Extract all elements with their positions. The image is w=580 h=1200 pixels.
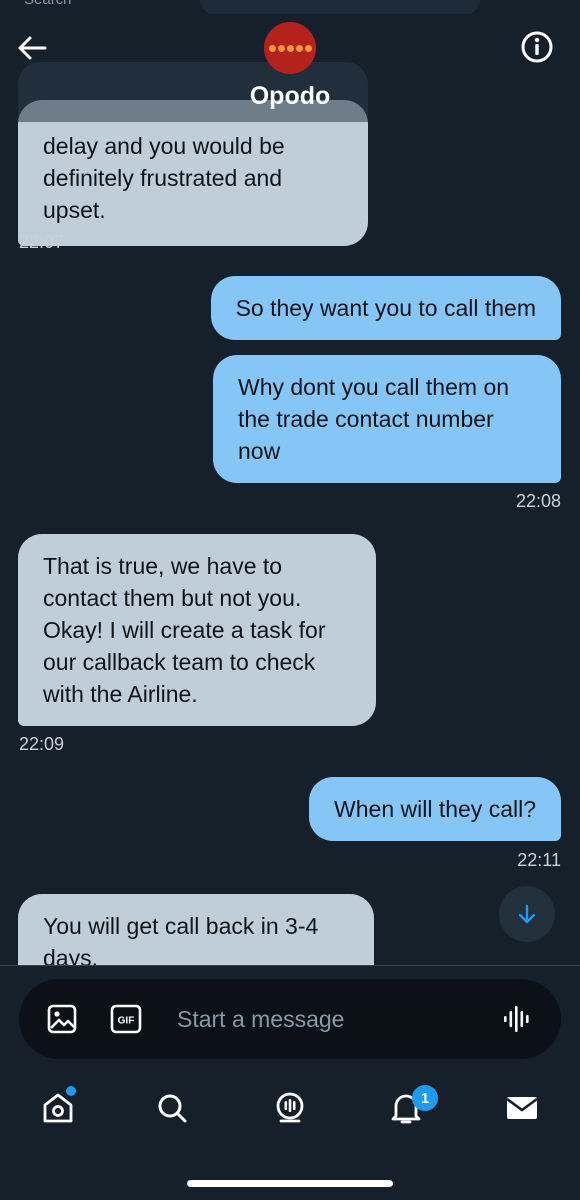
nav-spaces[interactable] [270,1088,310,1128]
message-text: You will get call back in 3-4 days. [43,913,319,965]
bottom-navigation [0,1080,580,1140]
notifications-badge: 1 [412,1085,438,1111]
home-unread-dot [66,1086,76,1096]
info-icon [521,31,553,63]
message-composer: GIF [19,979,561,1059]
avatar[interactable] [264,22,316,74]
arrow-down-icon [518,904,536,924]
search-icon [158,1094,187,1123]
nav-search[interactable] [152,1088,192,1128]
image-icon[interactable] [46,1003,78,1035]
message-bubble-outgoing: So they want you to call them [210,276,561,340]
conversation-header: Opodo [0,14,580,124]
spaces-icon [276,1092,304,1123]
scroll-to-bottom-button[interactable] [499,886,555,942]
message-text: delay and you would be definitely frustr… [43,133,285,223]
message-bubble-incoming: That is true, we have to contact them bu… [18,534,376,726]
home-indicator[interactable] [187,1180,393,1187]
message-bubble-outgoing: When will they call? [309,777,561,841]
message-text: So they want you to call them [235,295,536,321]
info-button[interactable] [518,28,556,66]
message-list[interactable]: delay and you would be definitely frustr… [0,0,580,965]
message-text: When will they call? [334,796,536,822]
message-text: That is true, we have to contact them bu… [43,553,326,707]
message-input[interactable] [177,999,477,1039]
mail-icon [506,1097,538,1119]
message-timestamp: 22:11 [517,850,561,870]
back-button[interactable] [14,30,50,66]
message-bubble-incoming: You will get call back in 3-4 days. [18,894,374,965]
message-timestamp: 22:08 [515,491,561,511]
composer-divider [0,965,580,966]
voice-message-icon[interactable] [501,1003,533,1035]
arrow-left-icon [18,36,47,60]
gif-label: GIF [118,1016,135,1027]
message-timestamp: 22:09 [19,734,65,754]
gif-icon[interactable]: GIF [110,1003,142,1035]
contact-name[interactable]: Opodo [0,82,580,111]
message-text: Why dont you call them on the trade cont… [238,374,510,464]
message-bubble-outgoing: Why dont you call them on the trade cont… [213,355,561,483]
nav-messages[interactable] [502,1088,542,1128]
message-timestamp: 22:07 [19,232,65,252]
